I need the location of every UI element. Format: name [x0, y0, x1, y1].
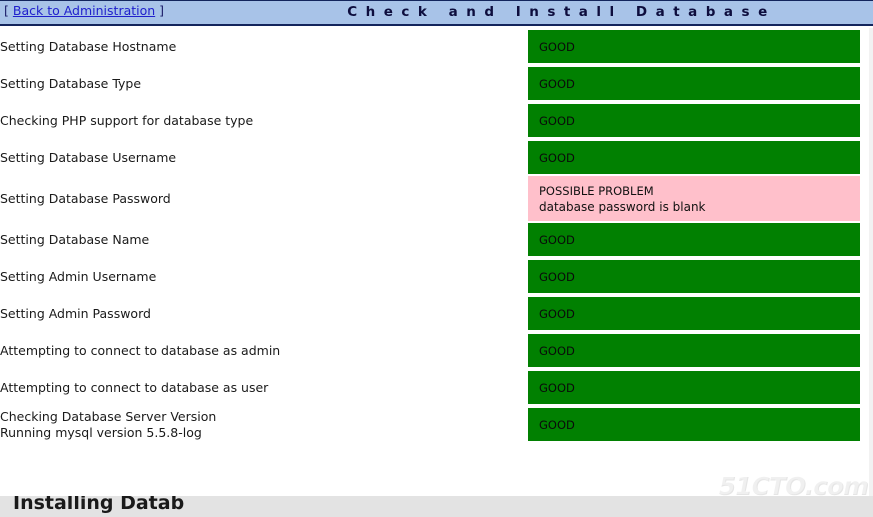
check-step-label: Attempting to connect to database as adm…	[0, 342, 281, 358]
table-row: Setting Database Name GOOD	[0, 221, 873, 258]
watermark-main-text: 51CTO.com	[718, 471, 868, 497]
check-step-status-cell: GOOD	[528, 139, 873, 176]
check-step-label-cell: Checking PHP support for database type	[0, 102, 528, 139]
footer-strip: Installing Datab	[0, 496, 873, 517]
check-step-label-cell: Setting Database Username	[0, 139, 528, 176]
check-step-label-detail: Running mysql version 5.5.8-log	[0, 424, 202, 440]
status-badge: GOOD	[528, 408, 860, 441]
check-step-status-cell: GOOD	[528, 102, 873, 139]
check-step-label: Setting Admin Password	[0, 305, 151, 321]
check-step-label-cell: Attempting to connect to database as use…	[0, 369, 528, 406]
check-step-label: Setting Database Password	[0, 190, 171, 206]
status-badge: POSSIBLE PROBLEM database password is bla…	[528, 176, 860, 221]
page-header-bar: [ Back to Administration ] Check and Ins…	[0, 0, 873, 26]
status-badge-text: GOOD	[539, 418, 575, 432]
status-badge: GOOD	[528, 30, 860, 63]
check-step-label-cell: Setting Database Name	[0, 221, 528, 258]
check-step-label: Attempting to connect to database as use…	[0, 379, 269, 395]
status-badge-text: GOOD	[539, 307, 575, 321]
status-badge-text: GOOD	[539, 381, 575, 395]
check-step-label: Setting Database Name	[0, 231, 150, 247]
check-step-label-cell: Setting Admin Username	[0, 258, 528, 295]
check-step-status-cell: GOOD	[528, 258, 873, 295]
status-badge: GOOD	[528, 223, 860, 256]
check-step-status-cell: GOOD	[528, 221, 873, 258]
status-badge-text: GOOD	[539, 114, 575, 128]
status-badge: GOOD	[528, 104, 860, 137]
table-row: Setting Admin Username GOOD	[0, 258, 873, 295]
status-badge: GOOD	[528, 260, 860, 293]
check-step-label-cell: Setting Database Type	[0, 65, 528, 102]
check-step-label: Checking PHP support for database type	[0, 112, 254, 128]
check-step-label-cell: Setting Database Password	[0, 176, 528, 221]
table-row: Attempting to connect to database as use…	[0, 369, 873, 406]
check-step-status-cell: GOOD	[528, 332, 873, 369]
site-watermark: 51CTO.com 技术博客 Blog	[718, 471, 868, 497]
status-badge-text: GOOD	[539, 270, 575, 284]
status-badge-detail: database password is blank	[539, 200, 706, 214]
check-step-status-cell: GOOD	[528, 369, 873, 406]
table-row: Setting Admin Password GOOD	[0, 295, 873, 332]
table-row: Checking Database Server Version Running …	[0, 406, 873, 443]
check-install-results-panel: Setting Database Hostname GOOD Setting Dat…	[0, 28, 873, 496]
table-row: Attempting to connect to database as adm…	[0, 332, 873, 369]
check-step-label-cell: Checking Database Server Version Running …	[0, 406, 528, 443]
status-badge: GOOD	[528, 141, 860, 174]
check-step-label: Setting Database Hostname	[0, 38, 177, 54]
check-step-label-cell: Setting Database Hostname	[0, 28, 528, 65]
status-badge: GOOD	[528, 67, 860, 100]
check-step-status-cell: GOOD	[528, 406, 873, 443]
installing-database-heading: Installing Datab	[13, 496, 185, 514]
status-badge-text: GOOD	[539, 77, 575, 91]
table-row: Checking PHP support for database type GO…	[0, 102, 873, 139]
check-step-label: Setting Database Type	[0, 75, 142, 91]
check-step-status-cell: POSSIBLE PROBLEM database password is bla…	[528, 176, 873, 221]
check-step-label-cell: Attempting to connect to database as adm…	[0, 332, 528, 369]
check-step-label: Checking Database Server Version	[0, 408, 217, 424]
table-row: Setting Database Type GOOD	[0, 65, 873, 102]
check-step-label-cell: Setting Admin Password	[0, 295, 528, 332]
page-right-edge	[869, 28, 873, 496]
status-badge: GOOD	[528, 371, 860, 404]
status-badge: GOOD	[528, 334, 860, 367]
status-badge-text: GOOD	[539, 151, 575, 165]
check-step-status-cell: GOOD	[528, 295, 873, 332]
table-row: Setting Database Hostname GOOD	[0, 28, 873, 65]
check-step-status-cell: GOOD	[528, 65, 873, 102]
status-badge: GOOD	[528, 297, 860, 330]
status-badge-text: GOOD	[539, 233, 575, 247]
check-step-status-cell: GOOD	[528, 28, 873, 65]
check-step-label: Setting Admin Username	[0, 268, 157, 284]
check-step-label: Setting Database Username	[0, 149, 177, 165]
table-row: Setting Database Username GOOD	[0, 139, 873, 176]
database-check-table: Setting Database Hostname GOOD Setting Dat…	[0, 28, 873, 443]
database-check-table-body: Setting Database Hostname GOOD Setting Dat…	[0, 28, 873, 443]
page-title: Check and Install Database	[347, 4, 776, 20]
table-row: Setting Database Password POSSIBLE PROBLE…	[0, 176, 873, 221]
status-badge-text: GOOD	[539, 344, 575, 358]
status-badge-text: GOOD	[539, 40, 575, 54]
status-badge-text: POSSIBLE PROBLEM	[539, 184, 654, 198]
